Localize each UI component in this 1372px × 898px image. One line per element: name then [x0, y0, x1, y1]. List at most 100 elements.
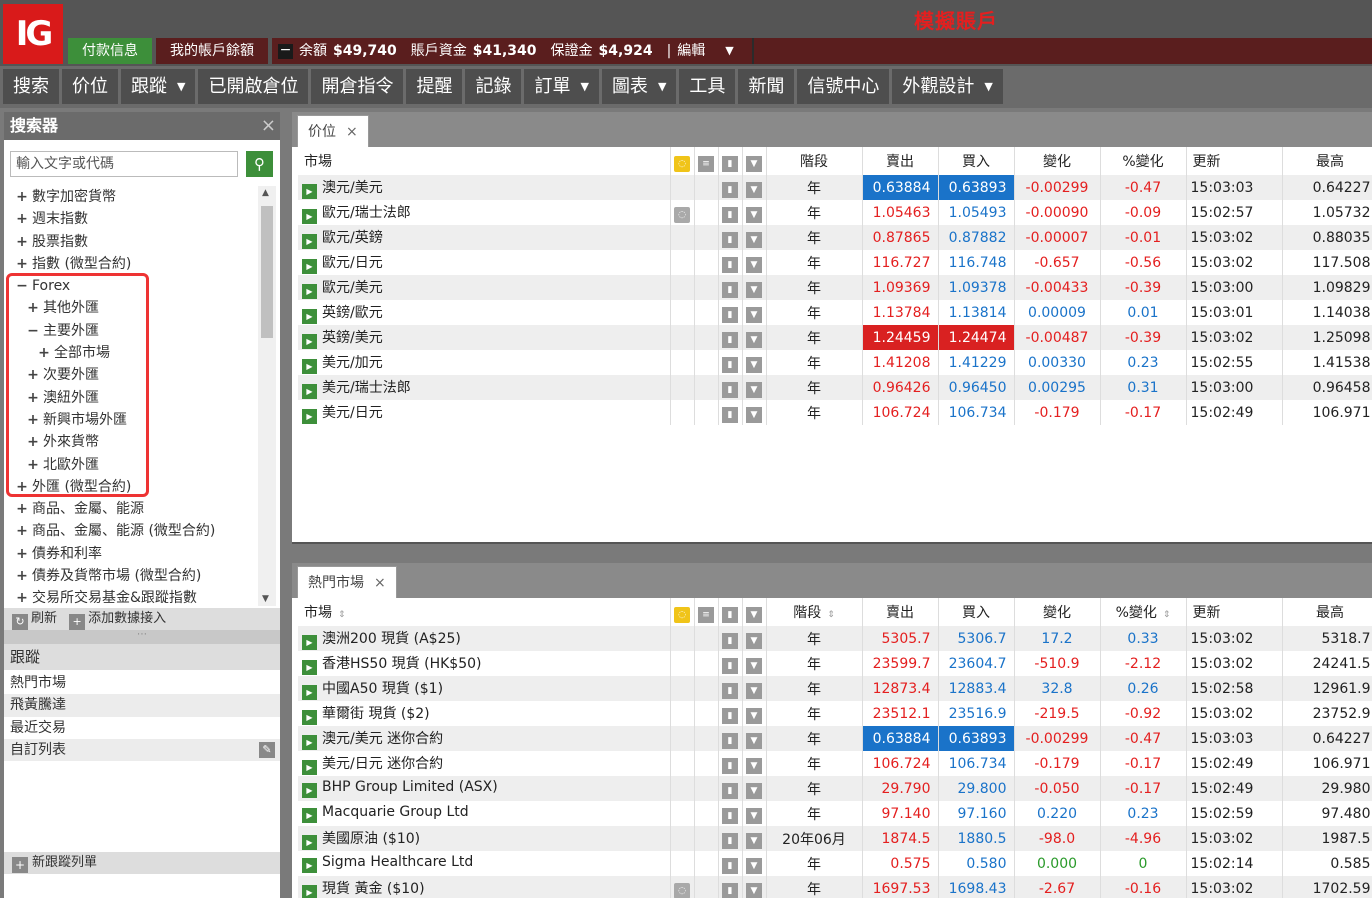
refresh-icon[interactable]: ↻: [12, 614, 28, 630]
chart-icon[interactable]: ▮: [722, 407, 738, 423]
menu-cell[interactable]: ▼: [742, 375, 767, 400]
chart-icon[interactable]: ▮: [722, 733, 738, 749]
bulb-icon[interactable]: ◌: [670, 147, 695, 175]
nav-item-9[interactable]: 工具: [679, 69, 736, 104]
market-name[interactable]: 中國A50 現貨 ($1): [322, 681, 443, 697]
sell-price[interactable]: 1697.53: [862, 876, 939, 898]
chart-cell[interactable]: ▮: [718, 175, 743, 200]
chart-icon[interactable]: ▮: [722, 155, 738, 172]
market-cell[interactable]: ▶ 美元/瑞士法郎: [298, 375, 671, 400]
signal-cell[interactable]: [670, 851, 695, 876]
sell-price[interactable]: 29.790: [862, 776, 939, 801]
chart-icon[interactable]: ▮: [718, 598, 743, 626]
bulb-icon[interactable]: ◌: [674, 606, 690, 623]
column-header-pct-change[interactable]: %變化 ⇕: [1100, 598, 1187, 626]
market-cell[interactable]: ▶ BHP Group Limited (ASX): [298, 776, 671, 801]
dropdown-icon[interactable]: ▼: [746, 282, 762, 298]
column-header-market[interactable]: 市場: [298, 147, 671, 175]
menu-cell[interactable]: ▼: [742, 801, 767, 826]
buy-price[interactable]: 106.734: [938, 400, 1015, 425]
menu-cell[interactable]: ▼: [742, 200, 767, 225]
signal-cell[interactable]: [670, 175, 695, 200]
buy-price[interactable]: 1.24474: [938, 325, 1015, 350]
play-icon[interactable]: ▶: [302, 858, 317, 873]
sell-price[interactable]: 0.63884: [862, 726, 939, 751]
chart-cell[interactable]: ▮: [718, 701, 743, 726]
expand-icon[interactable]: +: [12, 186, 32, 208]
dropdown-icon[interactable]: ▼: [746, 883, 762, 898]
market-name[interactable]: 歐元/英鎊: [322, 230, 383, 246]
info-icon[interactable]: ≡: [698, 155, 714, 172]
signal-cell[interactable]: [670, 250, 695, 275]
buy-price[interactable]: 0.63893: [938, 726, 1015, 751]
dropdown-icon[interactable]: ▼: [742, 598, 767, 626]
table-row[interactable]: ▶ Sigma Healthcare Ltd ▮ ▼ 年 0.575 0.580 0.000 0…: [298, 851, 1372, 876]
dropdown-icon[interactable]: ▼: [746, 207, 762, 223]
chevron-down-icon[interactable]: ▼: [580, 80, 588, 93]
signal-cell[interactable]: [670, 701, 695, 726]
edit-icon[interactable]: ✎: [259, 741, 275, 758]
signal-cell[interactable]: [670, 801, 695, 826]
expand-icon[interactable]: +: [12, 231, 32, 253]
sell-price[interactable]: 12873.4: [862, 676, 939, 701]
plus-icon[interactable]: +: [12, 857, 28, 873]
buy-price[interactable]: 1.41229: [938, 350, 1015, 375]
sell-price[interactable]: 106.724: [862, 751, 939, 776]
dropdown-icon[interactable]: ▼: [746, 783, 762, 799]
signal-cell[interactable]: [670, 651, 695, 676]
edit-dropdown-icon[interactable]: ▼: [725, 38, 733, 64]
column-header-buy[interactable]: 買入: [938, 147, 1015, 175]
bulb-icon[interactable]: ◌: [670, 598, 695, 626]
buy-price[interactable]: 0.63893: [938, 175, 1015, 200]
dropdown-icon[interactable]: ▼: [746, 658, 762, 674]
expand-icon[interactable]: +: [12, 498, 32, 520]
dropdown-icon[interactable]: ▼: [746, 733, 762, 749]
expand-icon[interactable]: +: [12, 520, 32, 542]
new-watchlist-button[interactable]: + 新跟蹤列單: [4, 852, 280, 874]
table-row[interactable]: ▶ 美元/日元 ▮ ▼ 年 106.724 106.734 -0.179 -0.17 15:02:…: [298, 400, 1372, 425]
table-row[interactable]: ▶ 中國A50 現貨 ($1) ▮ ▼ 年 12873.4 12883.4 32.8 0.26 1…: [298, 676, 1372, 701]
refresh-button[interactable]: 刷新: [31, 611, 57, 626]
buy-price[interactable]: 5306.7: [938, 626, 1015, 651]
market-name[interactable]: Macquarie Group Ltd: [322, 804, 469, 820]
market-name[interactable]: Sigma Healthcare Ltd: [322, 854, 473, 870]
nav-item-5[interactable]: 提醒: [406, 69, 463, 104]
play-icon[interactable]: ▶: [302, 734, 317, 750]
scroll-up-icon[interactable]: ▲: [262, 188, 269, 198]
dropdown-icon[interactable]: ▼: [746, 683, 762, 699]
market-cell[interactable]: ▶ 華爾街 現貨 ($2): [298, 701, 671, 726]
nav-item-10[interactable]: 新聞: [738, 69, 795, 104]
market-name[interactable]: 美國原油 ($10): [322, 831, 420, 847]
buy-price[interactable]: 116.748: [938, 250, 1015, 275]
new-watchlist-label[interactable]: 新跟蹤列單: [32, 855, 97, 870]
menu-cell[interactable]: ▼: [742, 325, 767, 350]
tab-prices[interactable]: 价位 ×: [297, 115, 369, 147]
chart-icon[interactable]: ▮: [722, 858, 738, 874]
market-cell[interactable]: ▶ 歐元/英鎊: [298, 225, 671, 250]
sell-price[interactable]: 23512.1: [862, 701, 939, 726]
chart-icon[interactable]: ▮: [722, 633, 738, 649]
sort-icon[interactable]: ⇕: [338, 610, 346, 620]
menu-cell[interactable]: ▼: [742, 275, 767, 300]
signal-cell[interactable]: [670, 726, 695, 751]
table-row[interactable]: ▶ 美國原油 ($10) ▮ ▼ 20年06月 1874.5 1880.5 -98.0 -4.9…: [298, 826, 1372, 851]
sell-price[interactable]: 1.41208: [862, 350, 939, 375]
watchlist-item[interactable]: 自訂列表 ✎: [4, 738, 280, 762]
play-icon[interactable]: ▶: [302, 258, 317, 274]
table-row[interactable]: ▶ 美元/加元 ▮ ▼ 年 1.41208 1.41229 0.00330 0.23 15:02:…: [298, 350, 1372, 375]
market-cell[interactable]: ▶ Macquarie Group Ltd: [298, 801, 671, 826]
table-row[interactable]: ▶ 歐元/英鎊 ▮ ▼ 年 0.87865 0.87882 -0.00007 -0.01 15:0…: [298, 225, 1372, 250]
chart-icon[interactable]: ▮: [722, 332, 738, 348]
nav-item-6[interactable]: 記錄: [465, 69, 522, 104]
tree-item[interactable]: + 商品、金屬、能源 (微型合約): [4, 520, 256, 542]
market-name[interactable]: 歐元/瑞士法郎: [322, 205, 411, 221]
column-header-pct-change[interactable]: %變化: [1100, 147, 1187, 175]
menu-cell[interactable]: ▼: [742, 851, 767, 876]
column-header-update[interactable]: 更新: [1186, 147, 1283, 175]
buy-price[interactable]: 106.734: [938, 751, 1015, 776]
sell-price[interactable]: 106.724: [862, 400, 939, 425]
tree-item[interactable]: + 股票指數: [4, 231, 256, 253]
play-icon[interactable]: ▶: [302, 884, 317, 898]
watchlist-item[interactable]: 飛黃騰達: [4, 694, 280, 717]
menu-cell[interactable]: ▼: [742, 400, 767, 425]
